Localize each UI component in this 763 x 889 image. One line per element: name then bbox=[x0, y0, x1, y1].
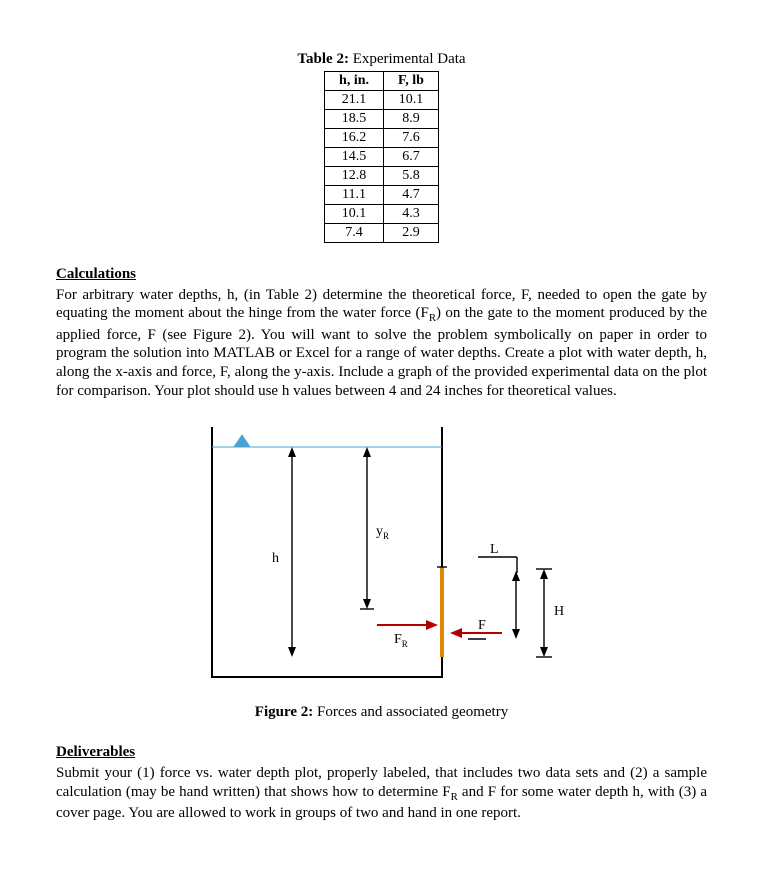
col-header-h: h, in. bbox=[325, 71, 384, 90]
table-row: 21.110.1 bbox=[325, 90, 439, 109]
cell-h: 21.1 bbox=[325, 90, 384, 109]
cell-f: 6.7 bbox=[384, 147, 439, 166]
fr-label: FR bbox=[394, 632, 408, 649]
h-arrowhead-top bbox=[288, 447, 296, 457]
table-2-block: Table 2: Experimental Data h, in. F, lb … bbox=[56, 50, 707, 243]
figure-2-block: h yR FR L F H Figure 2: F bbox=[56, 417, 707, 722]
cell-h: 11.1 bbox=[325, 185, 384, 204]
col-header-f: F, lb bbox=[384, 71, 439, 90]
yr-arrowhead-bottom bbox=[363, 599, 371, 609]
cell-h: 10.1 bbox=[325, 204, 384, 223]
table-row: 14.56.7 bbox=[325, 147, 439, 166]
figure-2-diagram: h yR FR L F H bbox=[172, 417, 592, 697]
figure-caption-rest: Forces and associated geometry bbox=[313, 704, 508, 720]
table-row: 7.42.9 bbox=[325, 223, 439, 242]
f-arrowhead bbox=[450, 628, 462, 638]
h-label: h bbox=[272, 551, 279, 566]
cell-f: 10.1 bbox=[384, 90, 439, 109]
cell-h: 7.4 bbox=[325, 223, 384, 242]
h-cap-arrow-top bbox=[540, 569, 548, 579]
cell-f: 2.9 bbox=[384, 223, 439, 242]
yr-label: yR bbox=[376, 524, 389, 541]
calculations-paragraph: For arbitrary water depths, h, (in Table… bbox=[56, 286, 707, 401]
f-pos-arrow-top bbox=[512, 571, 520, 581]
table-row: 12.85.8 bbox=[325, 166, 439, 185]
cell-h: 18.5 bbox=[325, 109, 384, 128]
experimental-data-table: h, in. F, lb 21.110.118.58.916.27.614.56… bbox=[324, 71, 439, 243]
calc-text-sub: R bbox=[429, 312, 436, 324]
table-row: 11.14.7 bbox=[325, 185, 439, 204]
cell-h: 16.2 bbox=[325, 128, 384, 147]
h-cap-label: H bbox=[554, 604, 564, 619]
h-cap-arrow-bottom bbox=[540, 647, 548, 657]
cell-f: 4.7 bbox=[384, 185, 439, 204]
table-row: 16.27.6 bbox=[325, 128, 439, 147]
table-title-rest: Experimental Data bbox=[349, 51, 466, 67]
table-title: Table 2: Experimental Data bbox=[56, 50, 707, 69]
figure-caption: Figure 2: Forces and associated geometry bbox=[56, 703, 707, 722]
cell-h: 14.5 bbox=[325, 147, 384, 166]
cell-f: 8.9 bbox=[384, 109, 439, 128]
f-label: F bbox=[478, 618, 486, 633]
f-pos-arrow-bottom bbox=[512, 629, 520, 639]
cell-h: 12.8 bbox=[325, 166, 384, 185]
fr-arrowhead bbox=[426, 620, 438, 630]
l-label: L bbox=[490, 542, 499, 557]
h-arrowhead-bottom bbox=[288, 647, 296, 657]
table-row: 18.58.9 bbox=[325, 109, 439, 128]
deliverables-paragraph: Submit your (1) force vs. water depth pl… bbox=[56, 764, 707, 823]
figure-caption-bold: Figure 2: bbox=[255, 704, 313, 720]
calculations-heading: Calculations bbox=[56, 265, 707, 284]
cell-f: 7.6 bbox=[384, 128, 439, 147]
free-surface-icon bbox=[234, 435, 250, 447]
cell-f: 4.3 bbox=[384, 204, 439, 223]
deliv-text-sub: R bbox=[451, 791, 458, 803]
yr-arrowhead-top bbox=[363, 447, 371, 457]
deliverables-heading: Deliverables bbox=[56, 743, 707, 762]
cell-f: 5.8 bbox=[384, 166, 439, 185]
table-title-bold: Table 2: bbox=[297, 51, 349, 67]
table-row: 10.14.3 bbox=[325, 204, 439, 223]
